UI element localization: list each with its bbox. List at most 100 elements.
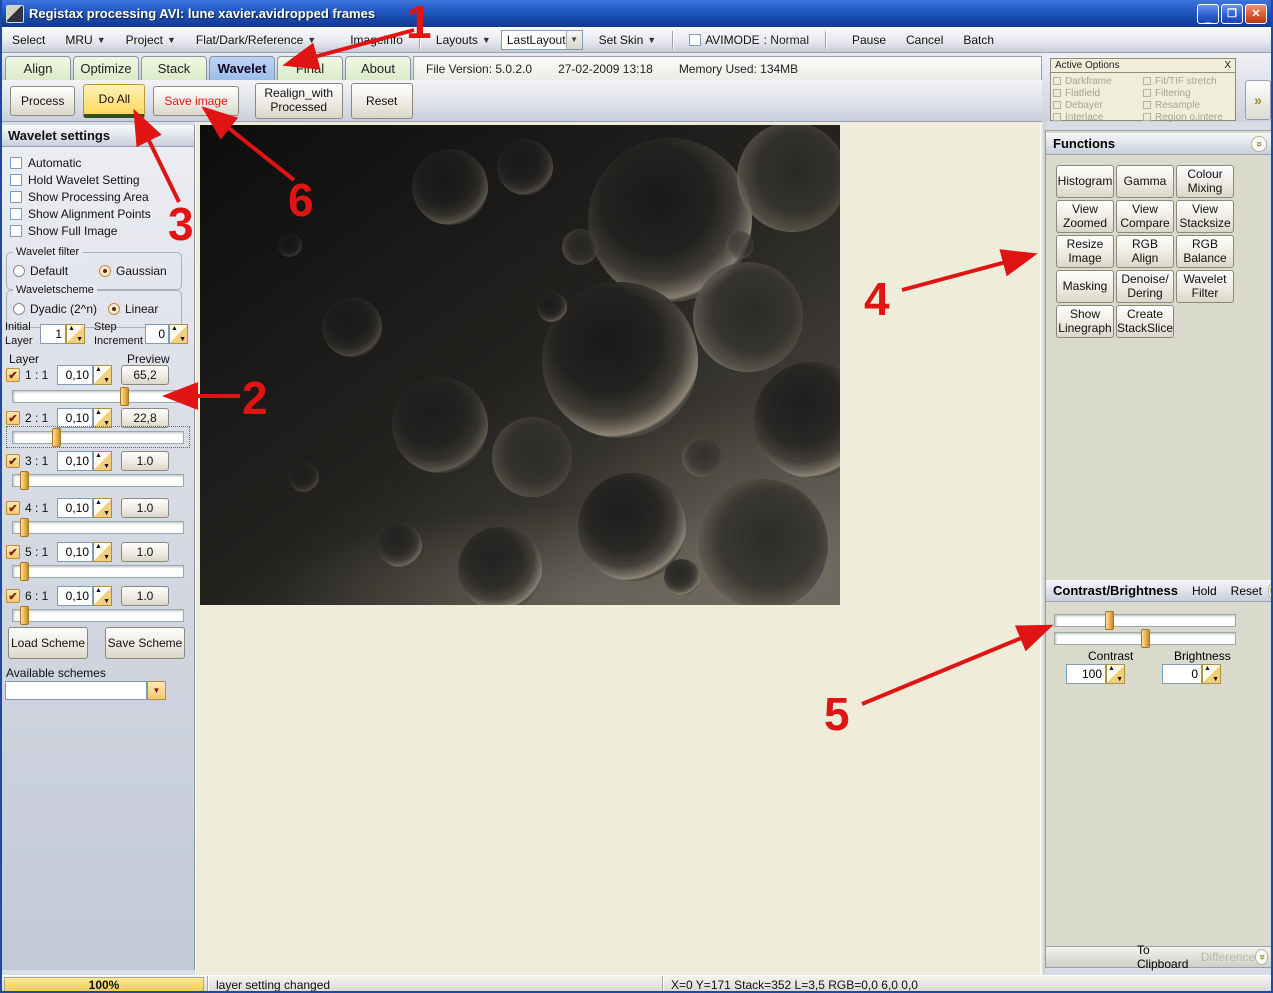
view-zoomed-button[interactable]: View Zoomed	[1056, 200, 1114, 233]
combo-arrow-icon[interactable]: ▼	[147, 681, 166, 700]
initial-layer-spinner[interactable]: ▲▼	[40, 324, 85, 344]
create-stackslice-button[interactable]: Create StackSlice	[1116, 305, 1174, 338]
view-compare-button[interactable]: View Compare	[1116, 200, 1174, 233]
layer-1-spinner[interactable]: ▲▼	[57, 365, 112, 385]
slider-thumb[interactable]	[19, 471, 29, 490]
spinner-arrows-icon[interactable]: ▲ ▼	[93, 408, 112, 428]
avimode-checkbox[interactable]	[689, 33, 702, 46]
checkbox-icon[interactable]	[10, 174, 22, 186]
moon-image[interactable]	[200, 122, 1060, 715]
menu-pause[interactable]: Pause	[842, 29, 896, 51]
radio-linear[interactable]	[107, 303, 120, 315]
spinner-arrows-icon[interactable]: ▲ ▼	[169, 324, 188, 344]
masking-button[interactable]: Masking	[1056, 270, 1114, 303]
hold-button[interactable]: Hold	[1192, 584, 1217, 598]
resize-image-button[interactable]: Resize Image	[1056, 235, 1114, 268]
slider-thumb[interactable]	[19, 606, 29, 625]
spinner-arrows-icon[interactable]: ▲ ▼	[93, 365, 112, 385]
layer-5-spinner[interactable]: ▲▼	[57, 542, 112, 562]
process-button[interactable]: Process	[10, 85, 76, 116]
layer-1-slider[interactable]	[12, 387, 184, 406]
tab-about[interactable]: About	[345, 56, 411, 80]
layer-2-preview[interactable]: 22,8	[121, 408, 169, 428]
tab-wavelet[interactable]: Wavelet	[209, 56, 275, 80]
close-button[interactable]: ✕	[1245, 3, 1267, 24]
checkbox-show-alignment-points[interactable]: Show Alignment Points	[2, 206, 194, 222]
spinner-arrows-icon[interactable]: ▲ ▼	[1202, 664, 1221, 684]
layer-5-slider[interactable]	[12, 562, 184, 581]
spinner-arrows-icon[interactable]: ▲ ▼	[93, 542, 112, 562]
menu-cancel[interactable]: Cancel	[896, 29, 953, 51]
active-options-close[interactable]: X	[1224, 60, 1231, 71]
layer-4-checkbox[interactable]: ✔	[6, 501, 20, 515]
checkbox-hold-wavelet-setting[interactable]: Hold Wavelet Setting	[2, 172, 194, 188]
tab-optimize[interactable]: Optimize	[73, 56, 139, 80]
load-scheme-button[interactable]: Load Scheme	[8, 627, 88, 659]
layout-combobox[interactable]: LastLayout ▼	[500, 29, 583, 50]
layer-4-slider[interactable]	[12, 518, 184, 537]
layer-3-slider[interactable]	[12, 471, 184, 490]
checkbox-icon[interactable]	[10, 208, 22, 220]
layer-5-checkbox[interactable]: ✔	[6, 545, 20, 559]
layer-3-checkbox[interactable]: ✔	[6, 454, 20, 468]
contrast-slider[interactable]	[1054, 611, 1236, 630]
layer-1-checkbox[interactable]: ✔	[6, 368, 20, 382]
slider-thumb[interactable]	[1141, 629, 1151, 648]
menu-select[interactable]: Select	[2, 29, 55, 51]
combo-arrow-icon[interactable]: ▼	[565, 30, 582, 49]
collapse-contrast-button[interactable]: »	[1266, 582, 1271, 599]
avimode-checkbox-item[interactable]: AVIMODE : Normal	[679, 29, 819, 51]
menu-layouts[interactable]: Layouts ▼	[426, 29, 501, 51]
checkbox-icon[interactable]	[10, 157, 22, 169]
colour-mixing-button[interactable]: Colour Mixing	[1176, 165, 1234, 198]
reset-contrast-button[interactable]: Reset	[1231, 584, 1262, 598]
checkbox-show-processing-area[interactable]: Show Processing Area	[2, 189, 194, 205]
save-image-button[interactable]: Save image	[153, 85, 239, 116]
show-linegraph-button[interactable]: Show Linegraph	[1056, 305, 1114, 338]
brightness-spinner[interactable]: ▲▼	[1162, 664, 1221, 684]
spinner-arrows-icon[interactable]: ▲ ▼	[93, 586, 112, 606]
spinner-arrows-icon[interactable]: ▲ ▼	[66, 324, 85, 344]
save-scheme-button[interactable]: Save Scheme	[105, 627, 185, 659]
denoise-dering-button[interactable]: Denoise/ Dering	[1116, 270, 1174, 303]
spinner-arrows-icon[interactable]: ▲ ▼	[93, 498, 112, 518]
layer-4-preview[interactable]: 1.0	[121, 498, 169, 518]
menu-mru[interactable]: MRU ▼	[55, 29, 115, 51]
realign-with-processed-button[interactable]: Realign_with Processed	[254, 82, 343, 119]
rgb-align-button[interactable]: RGB Align	[1116, 235, 1174, 268]
menu-imageinfo[interactable]: Imageinfo	[340, 29, 413, 51]
layer-3-preview[interactable]: 1.0	[121, 451, 169, 471]
radio-default[interactable]	[13, 265, 25, 277]
layer-2-slider[interactable]	[12, 428, 184, 447]
tab-final[interactable]: Final	[277, 56, 343, 80]
checkbox-show-full-image[interactable]: Show Full Image	[2, 223, 194, 239]
layer-3-spinner[interactable]: ▲▼	[57, 451, 112, 471]
spinner-arrows-icon[interactable]: ▲ ▼	[93, 451, 112, 471]
menu-batch[interactable]: Batch	[953, 29, 1004, 51]
slider-thumb[interactable]	[120, 387, 130, 406]
layer-6-spinner[interactable]: ▲▼	[57, 586, 112, 606]
checkbox-icon[interactable]	[10, 225, 22, 237]
menu-project[interactable]: Project ▼	[116, 29, 186, 51]
radio-gaussian[interactable]	[99, 265, 112, 277]
restore-button[interactable]: ❐	[1221, 3, 1243, 24]
collapse-clipboard-button[interactable]: »	[1255, 949, 1268, 965]
checkbox-automatic[interactable]: Automatic	[2, 155, 194, 171]
tab-stack[interactable]: Stack	[141, 56, 207, 80]
layer-6-preview[interactable]: 1.0	[121, 586, 169, 606]
slider-thumb[interactable]	[52, 428, 62, 447]
tab-align[interactable]: Align	[5, 56, 71, 80]
rgb-balance-button[interactable]: RGB Balance	[1176, 235, 1234, 268]
layer-5-preview[interactable]: 1.0	[121, 542, 169, 562]
expand-panel-button[interactable]: »	[1245, 80, 1271, 120]
wavelet-filter-button[interactable]: Wavelet Filter	[1176, 270, 1234, 303]
slider-thumb[interactable]	[1105, 611, 1115, 630]
layer-2-checkbox[interactable]: ✔	[6, 411, 20, 425]
checkbox-icon[interactable]	[10, 191, 22, 203]
menu-set-skin[interactable]: Set Skin ▼	[589, 29, 667, 51]
layer-4-spinner[interactable]: ▲▼	[57, 498, 112, 518]
contrast-spinner[interactable]: ▲▼	[1066, 664, 1125, 684]
menu-flat-dark-reference[interactable]: Flat/Dark/Reference ▼	[186, 29, 326, 51]
minimize-button[interactable]: _	[1197, 3, 1219, 24]
slider-thumb[interactable]	[19, 518, 29, 537]
